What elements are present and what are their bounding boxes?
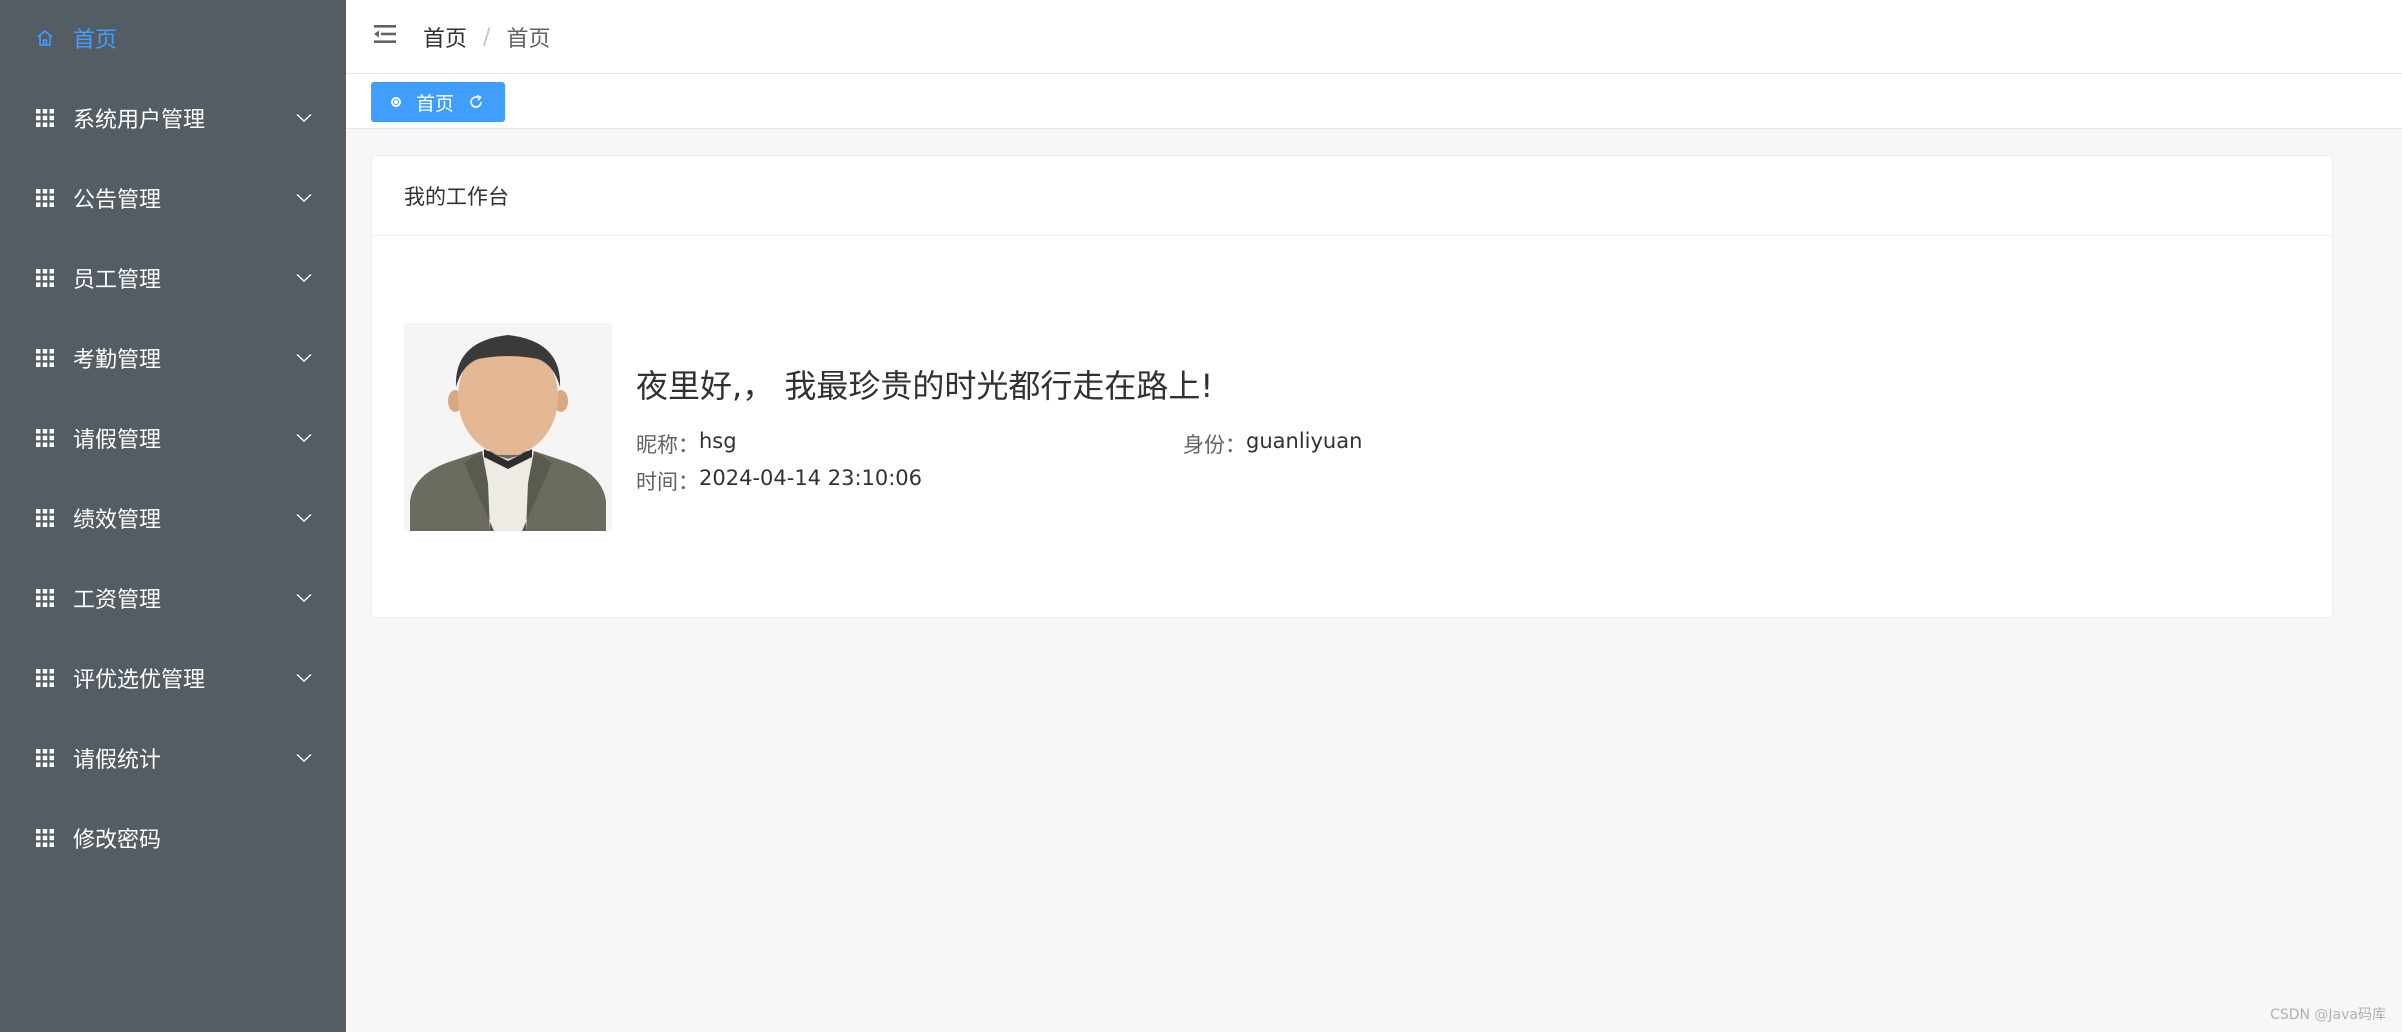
sidebar-item-leave[interactable]: 请假管理: [0, 398, 346, 478]
sidebar-item-label: 请假统计: [73, 748, 162, 773]
top-header: 首页 / 首页: [346, 0, 2402, 74]
time-label: 时间：: [636, 470, 699, 494]
grid-icon: [34, 187, 56, 209]
sidebar-item-label: 系统用户管理: [73, 108, 206, 133]
sidebar-item-awards[interactable]: 评优选优管理: [0, 638, 346, 718]
active-dot-icon: [391, 97, 401, 107]
sidebar-item-label: 修改密码: [73, 828, 162, 853]
sidebar-item-attendance[interactable]: 考勤管理: [0, 318, 346, 398]
chevron-down-icon: [294, 188, 314, 208]
sidebar-item-salary[interactable]: 工资管理: [0, 558, 346, 638]
grid-icon: [34, 347, 56, 369]
sidebar-item-home[interactable]: 首页: [0, 0, 346, 78]
time-row: 时间： 2024-04-14 23:10:06: [636, 466, 922, 496]
avatar: [404, 323, 612, 531]
sidebar-item-label: 请假管理: [73, 428, 162, 453]
tags-bar: 首页: [346, 74, 2402, 129]
breadcrumb-separator: /: [483, 24, 491, 50]
time-value: 2024-04-14 23:10:06: [699, 466, 923, 490]
sidebar-item-label: 首页: [73, 28, 118, 53]
sidebar-item-label: 绩效管理: [73, 508, 162, 533]
greeting-text: 夜里好,， 我最珍贵的时光都行走在路上!: [636, 367, 1214, 405]
sidebar-item-leave-stats[interactable]: 请假统计: [0, 718, 346, 798]
menu-collapse-icon[interactable]: [372, 21, 398, 47]
sidebar-item-label: 公告管理: [73, 188, 162, 213]
grid-icon: [34, 587, 56, 609]
chevron-down-icon: [294, 588, 314, 608]
sidebar: 首页 系统用户管理 公告管理 员工管理 考勤管理 请假管理 绩效管理 工资管理 …: [0, 0, 346, 1032]
role-row: 身份： guanliyuan: [1183, 429, 1362, 459]
grid-icon: [34, 667, 56, 689]
refresh-icon[interactable]: [467, 93, 485, 111]
sidebar-item-employees[interactable]: 员工管理: [0, 238, 346, 318]
grid-icon: [34, 267, 56, 289]
user-avatar-icon: [404, 323, 612, 531]
breadcrumb-item-home[interactable]: 首页: [423, 21, 467, 53]
chevron-down-icon: [294, 508, 314, 528]
nickname-label: 昵称：: [636, 433, 699, 457]
card-title: 我的工作台: [404, 184, 509, 209]
breadcrumb-item-current: 首页: [506, 27, 551, 52]
nickname-value: hsg: [699, 429, 737, 453]
grid-icon: [34, 747, 56, 769]
tag-label: 首页: [416, 92, 455, 115]
nickname-row: 昵称： hsg: [636, 429, 737, 459]
grid-icon: [34, 427, 56, 449]
breadcrumb: 首页 / 首页: [423, 0, 550, 74]
sidebar-item-label: 员工管理: [73, 268, 162, 293]
chevron-down-icon: [294, 348, 314, 368]
grid-icon: [34, 107, 56, 129]
grid-icon: [34, 507, 56, 529]
chevron-down-icon: [294, 268, 314, 288]
card-header: 我的工作台: [372, 156, 2332, 236]
chevron-down-icon: [294, 428, 314, 448]
sidebar-item-performance[interactable]: 绩效管理: [0, 478, 346, 558]
watermark: CSDN @Java码库: [2270, 1007, 2386, 1023]
role-label: 身份：: [1183, 433, 1246, 457]
sidebar-item-announcements[interactable]: 公告管理: [0, 158, 346, 238]
sidebar-item-label: 评优选优管理: [73, 668, 206, 693]
chevron-down-icon: [294, 108, 314, 128]
role-value: guanliyuan: [1246, 429, 1363, 453]
sidebar-item-label: 工资管理: [73, 588, 162, 613]
grid-icon: [34, 827, 56, 849]
workbench-card: 我的工作台 夜里好,， 我最珍贵的时光都行走在路上! 昵称： hsg 身份： g…: [371, 155, 2333, 618]
home-icon: [34, 27, 56, 49]
sidebar-item-label: 考勤管理: [73, 348, 162, 373]
chevron-down-icon: [294, 668, 314, 688]
chevron-down-icon: [294, 748, 314, 768]
sidebar-item-change-password[interactable]: 修改密码: [0, 798, 346, 878]
sidebar-item-system-users[interactable]: 系统用户管理: [0, 78, 346, 158]
tag-home[interactable]: 首页: [371, 82, 505, 122]
